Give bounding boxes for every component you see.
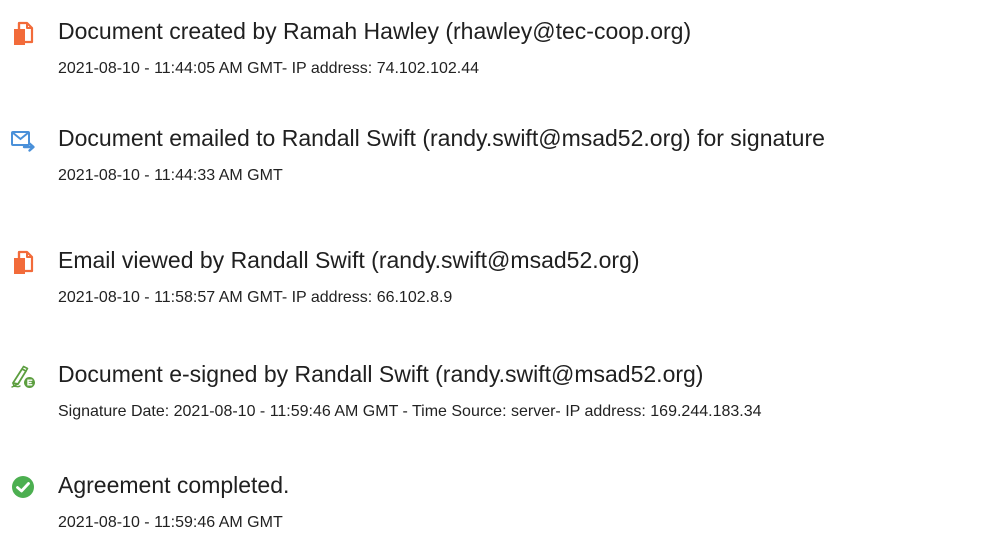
audit-event-viewed: Email viewed by Randall Swift (randy.swi…	[0, 245, 1001, 327]
event-timestamp: 2021-08-10 - 11:44:05 AM GMT- IP address…	[58, 60, 480, 77]
event-timestamp: Signature Date: 2021-08-10 - 11:59:46 AM…	[58, 403, 762, 420]
check-circle-icon	[10, 474, 36, 500]
event-timestamp: 2021-08-10 - 11:58:57 AM GMT- IP address…	[58, 289, 453, 306]
event-title: Email viewed by Randall Swift (randy.swi…	[58, 247, 640, 273]
event-title: Document created by Ramah Hawley (rhawle…	[58, 18, 692, 44]
event-title: Agreement completed.	[58, 472, 290, 498]
audit-event-created: Document created by Ramah Hawley (rhawle…	[0, 16, 1001, 98]
event-timestamp: 2021-08-10 - 11:59:46 AM GMT	[58, 514, 283, 531]
event-title: Document emailed to Randall Swift (randy…	[58, 125, 825, 151]
document-icon	[10, 20, 36, 46]
e-sign-pen-icon	[10, 363, 36, 389]
document-icon	[10, 249, 36, 275]
audit-event-completed: Agreement completed. 2021-08-10 - 11:59:…	[0, 470, 1001, 552]
email-sent-icon	[10, 127, 36, 153]
audit-event-signed: Document e-signed by Randall Swift (rand…	[0, 359, 1001, 441]
audit-event-emailed: Document emailed to Randall Swift (randy…	[0, 123, 1001, 205]
event-timestamp: 2021-08-10 - 11:44:33 AM GMT	[58, 167, 283, 184]
event-title: Document e-signed by Randall Swift (rand…	[58, 361, 704, 387]
